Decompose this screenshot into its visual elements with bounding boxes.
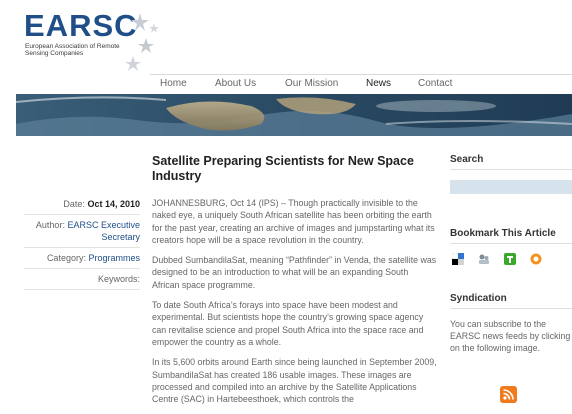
bookmark-heading: Bookmark This Article: [450, 228, 572, 244]
article-paragraph: In its 5,600 orbits around Earth since b…: [152, 357, 437, 405]
article: Satellite Preparing Scientists for New S…: [152, 154, 437, 413]
page: EARSC European Association of Remote Sen…: [0, 0, 572, 414]
delicious-icon[interactable]: [452, 253, 464, 265]
keywords-label: Keywords:: [97, 274, 140, 284]
article-paragraph: JOHANNESBURG, Oct 14 (IPS) – Though prac…: [152, 198, 435, 245]
sidebar: Search Bookmark This Article Syndication…: [450, 154, 572, 403]
meta-keywords: Keywords:: [24, 269, 140, 290]
nav-our-mission[interactable]: Our Mission: [285, 78, 338, 89]
date-label: Date:: [63, 199, 85, 209]
nav-news[interactable]: News: [366, 78, 391, 89]
article-paragraph: Dubbed SumbandilaSat, meaning “Pathfinde…: [152, 255, 437, 290]
nav-contact[interactable]: Contact: [418, 78, 452, 89]
technorati-icon[interactable]: [504, 253, 516, 265]
earsc-logo[interactable]: EARSC European Association of Remote Sen…: [24, 10, 174, 80]
date-value: Oct 14, 2010: [87, 199, 140, 209]
article-paragraph: To date South Africa’s forays into space…: [152, 300, 424, 347]
meta-date: Date: Oct 14, 2010: [24, 194, 140, 215]
syndication-heading: Syndication: [450, 293, 572, 309]
main-nav: Home About Us Our Mission News Contact: [150, 74, 572, 95]
search-heading: Search: [450, 154, 572, 170]
category-link[interactable]: Programmes: [88, 253, 140, 263]
category-label: Category:: [46, 253, 86, 263]
digg-icon[interactable]: [478, 253, 490, 265]
stars-icon: [125, 13, 159, 71]
syndication-text: You can subscribe to the EARSC news feed…: [450, 319, 571, 353]
author-label: Author:: [35, 220, 65, 230]
stumbleupon-icon[interactable]: [530, 253, 542, 265]
search-input[interactable]: [450, 180, 572, 194]
meta-author: Author: EARSC Executive Secretary: [24, 215, 140, 248]
bookmark-icons: [450, 253, 572, 267]
nav-about-us[interactable]: About Us: [215, 78, 256, 89]
article-title: Satellite Preparing Scientists for New S…: [152, 154, 414, 183]
nav-home[interactable]: Home: [160, 78, 187, 89]
meta-category: Category: Programmes: [24, 248, 140, 269]
author-link[interactable]: EARSC Executive Secretary: [67, 220, 140, 242]
rss-feed-icon[interactable]: [500, 386, 517, 403]
article-meta: Date: Oct 14, 2010 Author: EARSC Executi…: [24, 194, 140, 290]
header-banner-image: [16, 94, 572, 136]
